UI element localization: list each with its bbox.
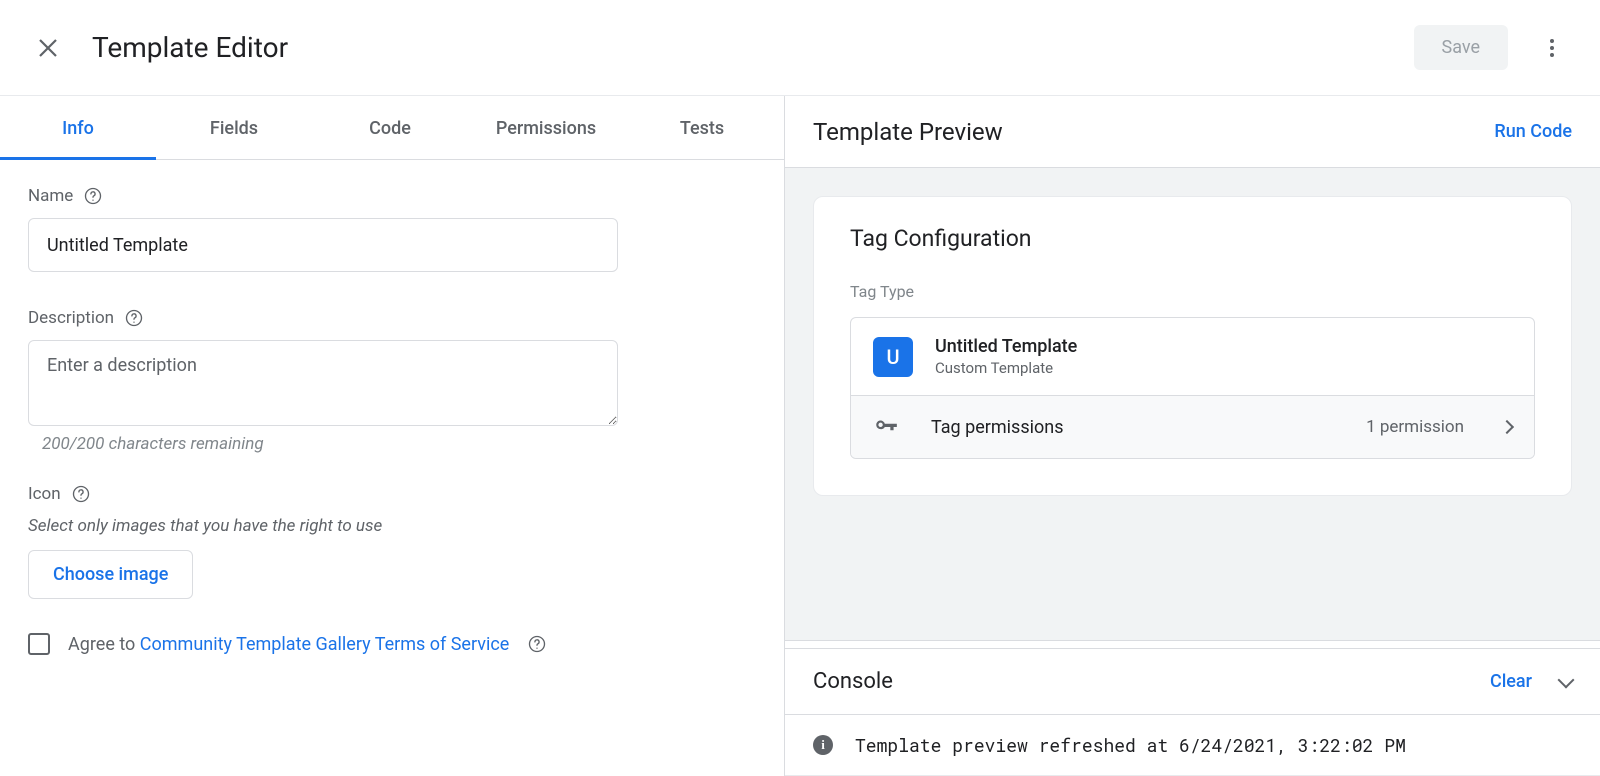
preview-pane: Template Preview Run Code Tag Configurat…: [785, 96, 1600, 776]
save-button[interactable]: Save: [1414, 25, 1509, 70]
tos-link[interactable]: Community Template Gallery Terms of Serv…: [140, 634, 510, 655]
tag-subtitle: Custom Template: [935, 359, 1077, 377]
tab-code[interactable]: Code: [312, 96, 468, 159]
preview-title: Template Preview: [813, 118, 1494, 146]
description-input[interactable]: [28, 340, 618, 426]
perm-count: 1 permission: [1366, 417, 1464, 437]
icon-hint: Select only images that you have the rig…: [28, 516, 756, 536]
name-input[interactable]: [28, 218, 618, 272]
run-code-button[interactable]: Run Code: [1494, 121, 1572, 142]
tag-type-label: Tag Type: [850, 282, 1535, 301]
editor-tabs: Info Fields Code Permissions Tests: [0, 96, 784, 160]
name-label: Name: [28, 186, 73, 206]
more-menu-icon[interactable]: [1528, 24, 1576, 72]
tag-permissions-row[interactable]: Tag permissions 1 permission: [851, 395, 1534, 458]
clear-button[interactable]: Clear: [1490, 671, 1532, 692]
info-icon: i: [813, 735, 833, 755]
tag-name: Untitled Template: [935, 336, 1077, 357]
icon-label: Icon: [28, 484, 61, 504]
tab-fields[interactable]: Fields: [156, 96, 312, 159]
perm-label: Tag permissions: [931, 417, 1344, 438]
help-icon[interactable]: [71, 484, 91, 504]
editor-left-pane: Info Fields Code Permissions Tests Name …: [0, 96, 785, 776]
char-count: 200/200 characters remaining: [28, 426, 756, 454]
tab-permissions[interactable]: Permissions: [468, 96, 624, 159]
key-icon: [873, 414, 899, 440]
choose-image-button[interactable]: Choose image: [28, 550, 193, 599]
chevron-down-icon[interactable]: [1558, 671, 1575, 688]
card-title: Tag Configuration: [850, 225, 1535, 252]
help-icon[interactable]: [83, 186, 103, 206]
tab-info[interactable]: Info: [0, 96, 156, 159]
tab-tests[interactable]: Tests: [624, 96, 780, 159]
help-icon[interactable]: [124, 308, 144, 328]
tag-type-row: U Untitled Template Custom Template: [851, 318, 1534, 395]
console-message: Template preview refreshed at 6/24/2021,…: [855, 733, 1406, 757]
console-row: i Template preview refreshed at 6/24/202…: [785, 715, 1600, 776]
tag-config-card: Tag Configuration Tag Type U Untitled Te…: [813, 196, 1572, 496]
editor-header: Template Editor Save: [0, 0, 1600, 96]
agree-checkbox[interactable]: [28, 633, 50, 655]
chevron-right-icon: [1500, 420, 1514, 434]
console-title: Console: [813, 669, 1490, 694]
template-icon: U: [873, 337, 913, 377]
description-label: Description: [28, 308, 114, 328]
agree-text: Agree to Community Template Gallery Term…: [68, 634, 509, 655]
close-icon[interactable]: [36, 36, 60, 60]
page-title: Template Editor: [92, 31, 1414, 64]
help-icon[interactable]: [527, 634, 547, 654]
